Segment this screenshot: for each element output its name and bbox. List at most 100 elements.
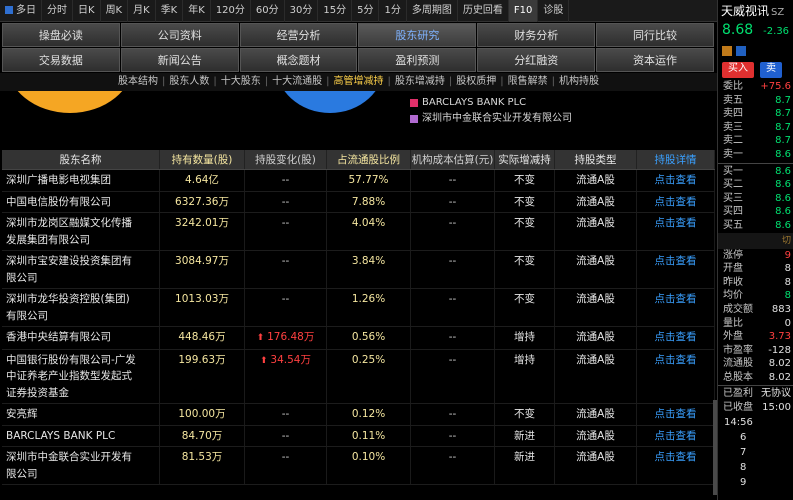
quote-label: 委比 (723, 81, 743, 92)
tab-row2-0[interactable]: 交易数据 (2, 48, 120, 72)
detail-link[interactable]: 点击查看 (637, 251, 715, 288)
order-book-sell: 委比 +75.6 卖五 8.7 卖四 8.7 卖三 8.7 卖二 8.7 卖一 8.6 (718, 80, 793, 162)
detail-link[interactable]: 点击查看 (637, 327, 715, 349)
subnav-item-3[interactable]: 十大流通股 (272, 76, 322, 87)
detail-link[interactable]: 点击查看 (637, 191, 715, 212)
cost-estimate: -- (411, 404, 495, 425)
quote-label: 成交额 (723, 303, 753, 315)
tab-row2-3[interactable]: 盈利预测 (358, 48, 477, 72)
tab-row1-2[interactable]: 经营分析 (239, 23, 358, 47)
legend-swatch (410, 99, 418, 107)
toolbar-item-13[interactable]: 多周期图 (407, 0, 458, 22)
subnav-item-4[interactable]: 高管增减持 (334, 76, 384, 87)
detail-link[interactable]: 点击查看 (637, 447, 715, 484)
detail-link[interactable]: 点击查看 (637, 170, 715, 191)
subnav-item-8[interactable]: 机构持股 (559, 76, 599, 87)
subnav-item-6[interactable]: 股权质押 (456, 76, 496, 87)
quote-label: 开盘 (723, 263, 743, 275)
sell-button[interactable]: 卖 (760, 62, 782, 78)
quote-label: 量比 (723, 317, 743, 329)
quote-value: +75.6 (760, 81, 791, 92)
quote-row: 买一 8.6 (718, 165, 793, 179)
buy-button[interactable]: 买入 (722, 62, 754, 78)
stock-title: 天威视讯 SZ (718, 0, 793, 22)
table-row: 深圳广播电影电视集团 4.64亿 -- 57.77% -- 不变 流通A股 点击查看 (2, 170, 715, 192)
tick-item: 14:56 (724, 416, 753, 428)
tab-row2-2[interactable]: 概念题材 (239, 48, 358, 72)
float-ratio: 3.84% (327, 251, 411, 288)
cost-estimate: -- (411, 251, 495, 288)
toolbar-item-8[interactable]: 60分 (251, 0, 285, 22)
toolbar-item-0[interactable]: 多日 (0, 0, 42, 22)
holder-name-line: 安亮辉 (6, 408, 38, 420)
float-ratio: 0.11% (327, 425, 411, 446)
subnav-item-5[interactable]: 股东增减持 (395, 76, 445, 87)
quote-label: 涨停 (723, 249, 743, 261)
toolbar-item-label: 多周期图 (411, 4, 452, 16)
toolbar-item-16[interactable]: 诊股 (538, 0, 570, 22)
holding-change: -- (245, 191, 327, 212)
actual-action: 增持 (495, 349, 555, 403)
share-type: 流通A股 (555, 289, 637, 326)
quote-value: 883 (771, 303, 791, 315)
tab-row1-3[interactable]: 股东研究 (358, 23, 477, 47)
subnav-item-1[interactable]: 股东人数 (169, 76, 209, 87)
quote-label: 卖一 (723, 148, 743, 160)
toolbar-item-15[interactable]: F10 (508, 0, 539, 22)
toolbar-item-11[interactable]: 5分 (352, 0, 380, 22)
detail-link[interactable]: 点击查看 (637, 425, 715, 446)
subnav-separator: | (448, 76, 453, 87)
share-type: 流通A股 (555, 251, 637, 288)
tab-row2-5[interactable]: 资本运作 (596, 48, 714, 72)
toolbar-item-14[interactable]: 历史回看 (458, 0, 509, 22)
quote-value: 8.6 (775, 148, 791, 160)
holder-name: 深圳广播电影电视集团 (2, 170, 160, 191)
toolbar-item-6[interactable]: 年K (183, 0, 211, 22)
tab-row1-1[interactable]: 公司资料 (120, 23, 239, 47)
up-arrow-icon: ⬆ (256, 333, 268, 343)
switch-button[interactable]: 切 (718, 232, 793, 249)
toolbar-item-label: 5分 (357, 4, 374, 16)
tab-row1-5[interactable]: 同行比较 (596, 23, 714, 47)
detail-link[interactable]: 点击查看 (637, 349, 715, 403)
holding-qty: 199.63万 (160, 349, 245, 403)
subnav-item-0[interactable]: 股本结构 (118, 76, 158, 87)
quote-row: 流通股 8.02 (718, 357, 793, 371)
legend-item: 深圳市中金联合实业开发有限公司 (410, 111, 572, 127)
quote-value: 8.7 (775, 121, 791, 133)
tick-item: 6 (740, 431, 747, 443)
holder-name-line: 香港中央结算有限公司 (6, 331, 111, 343)
quote-value: 8 (784, 276, 791, 288)
tab-row2-1[interactable]: 新闻公告 (120, 48, 239, 72)
pie-slice-left (17, 91, 123, 113)
detail-link[interactable]: 点击查看 (637, 289, 715, 326)
holding-change-value: -- (281, 195, 290, 208)
subnav-item-2[interactable]: 十大股东 (221, 76, 261, 87)
holding-change: ⬆ 34.54万 (245, 349, 327, 403)
toolbar-item-9[interactable]: 30分 (285, 0, 319, 22)
tab-row1-4[interactable]: 财务分析 (477, 23, 596, 47)
toolbar-item-1[interactable]: 分时 (42, 0, 73, 22)
quote-label: 买一 (723, 165, 743, 177)
quote-value: 8.6 (775, 206, 791, 218)
detail-link[interactable]: 点击查看 (637, 404, 715, 425)
subnav-item-7[interactable]: 限售解禁 (508, 76, 548, 87)
alert-icon[interactable] (722, 46, 732, 56)
holder-name: BARCLAYS BANK PLC (2, 425, 160, 446)
detail-link[interactable]: 点击查看 (637, 213, 715, 250)
quote-value: 8.6 (775, 219, 791, 231)
toolbar-item-label: 诊股 (543, 4, 564, 16)
subnav-separator: | (387, 76, 391, 87)
toolbar-item-12[interactable]: 1分 (379, 0, 407, 22)
toolbar-item-7[interactable]: 120分 (211, 0, 251, 22)
toolbar-item-3[interactable]: 周K (101, 0, 129, 22)
tab-row1-0[interactable]: 操盘必读 (2, 23, 120, 47)
tab-row2-4[interactable]: 分红融资 (477, 48, 596, 72)
toolbar-item-10[interactable]: 15分 (318, 0, 353, 22)
quote-value: 8.7 (775, 94, 791, 106)
info-icon[interactable] (736, 46, 746, 56)
toolbar-item-5[interactable]: 季K (156, 0, 184, 22)
toolbar-item-4[interactable]: 月K (128, 0, 156, 22)
toolbar-item-2[interactable]: 日K (73, 0, 101, 22)
pie-slice-right (284, 91, 376, 113)
